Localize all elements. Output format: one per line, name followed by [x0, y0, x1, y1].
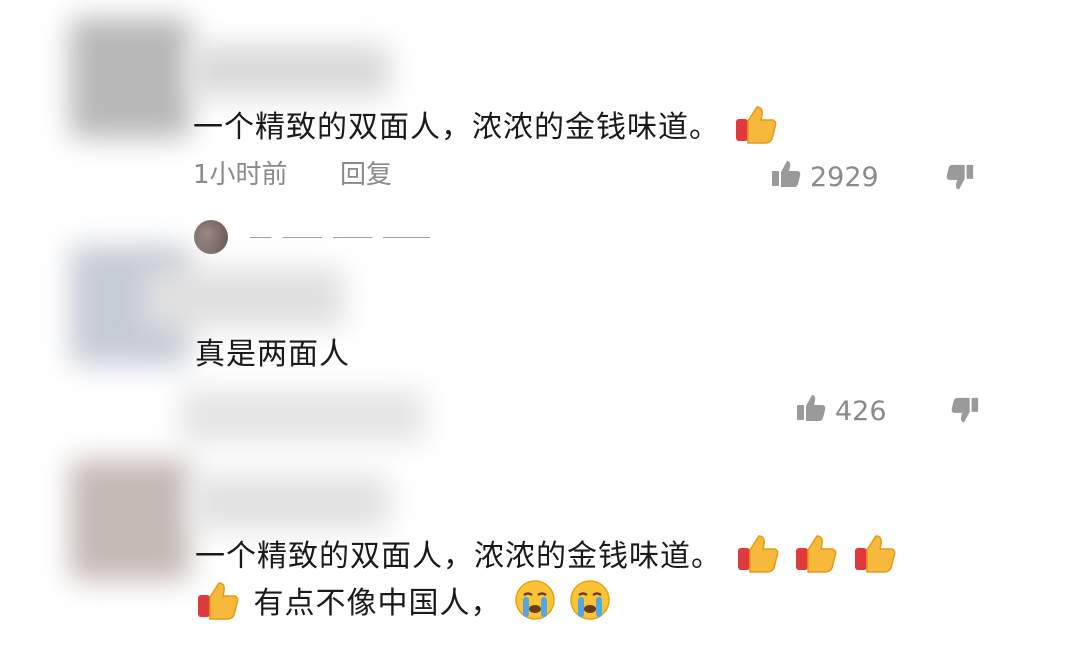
crying-face-emoji-icon: [514, 579, 556, 630]
thumbs-up-emoji-icon: [195, 577, 241, 632]
comment-1-like-count: 2929: [810, 162, 879, 193]
thumbs-up-emoji-icon: [733, 101, 779, 156]
reply-avatar[interactable]: [194, 220, 228, 254]
comment-3-text-line-2: 有点不像中国人，: [253, 586, 502, 621]
comment-1-like-button[interactable]: 2929: [770, 158, 879, 197]
crying-face-emoji-icon: [569, 579, 611, 630]
avatar-blurred-1[interactable]: [70, 18, 190, 138]
thumbs-up-emoji-icon: [852, 530, 898, 585]
comment-3-text-line-1: 一个精致的双面人，浓浓的金钱味道。: [195, 539, 722, 574]
thumbs-up-emoji-icon: [793, 530, 839, 585]
thumbs-up-icon: [770, 158, 802, 197]
comment-1-text-row: 一个精致的双面人，浓浓的金钱味道。: [193, 101, 779, 156]
thumbs-down-icon[interactable]: [950, 395, 980, 429]
comment-1-reply-button[interactable]: 回复: [340, 160, 392, 190]
username-blurred-2[interactable]: [145, 268, 345, 328]
username-blurred-1[interactable]: [190, 45, 390, 97]
comment-3-line-2: 有点不像中国人，: [195, 577, 611, 632]
meta-blurred-2: [180, 390, 425, 442]
username-blurred-3[interactable]: [190, 475, 390, 530]
reply-preview-cropped: [250, 224, 430, 238]
thumbs-down-icon[interactable]: [945, 162, 975, 196]
comment-1-text: 一个精致的双面人，浓浓的金钱味道。: [193, 110, 720, 145]
thumbs-up-icon: [795, 392, 827, 431]
thumbs-up-emoji-icon: [735, 530, 781, 585]
comment-2-like-button[interactable]: 426: [795, 392, 887, 431]
comment-2-like-count: 426: [835, 396, 887, 427]
comment-2-text: 真是两面人: [195, 337, 350, 372]
avatar-blurred-3[interactable]: [70, 460, 190, 580]
comment-1-time: 1小时前: [193, 160, 288, 190]
